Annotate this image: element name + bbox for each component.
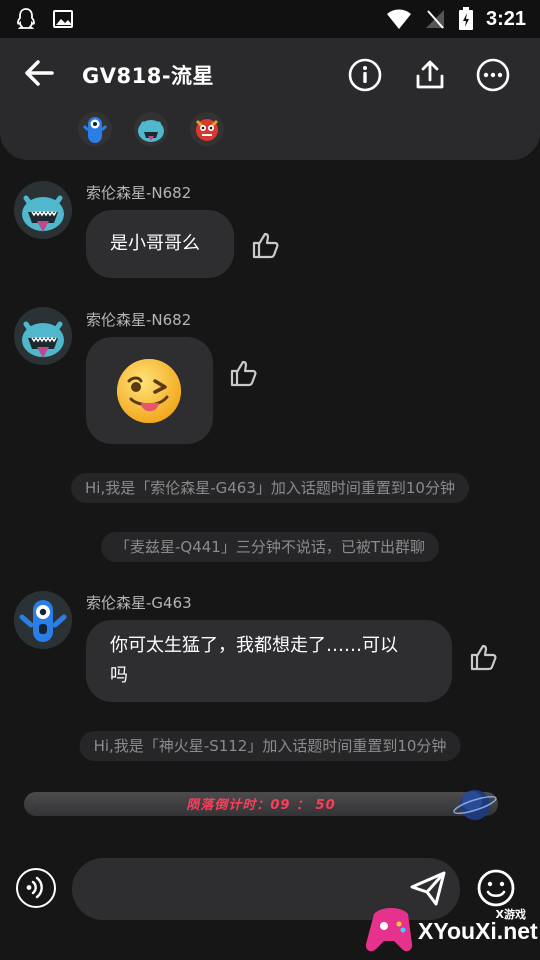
share-icon[interactable] xyxy=(413,58,447,92)
voice-wave-icon xyxy=(26,876,43,899)
sender-avatar[interactable] xyxy=(14,591,72,649)
thumbs-up-icon[interactable] xyxy=(469,642,499,672)
system-message: Hi,我是「索伦森星-G463」加入话题时间重置到10分钟 xyxy=(71,473,469,503)
sender-avatar[interactable] xyxy=(14,181,72,239)
sender-avatar[interactable] xyxy=(14,307,72,365)
status-bar: 3:21 xyxy=(0,0,540,38)
countdown-text: 陨落倒计时：09 ： 50 xyxy=(24,794,498,813)
wifi-icon xyxy=(386,9,411,29)
thumbs-up-icon[interactable] xyxy=(229,358,259,388)
qq-icon xyxy=(17,8,35,29)
thumbs-up-icon[interactable] xyxy=(251,230,281,260)
system-message: Hi,我是「神火星-S112」加入话题时间重置到10分钟 xyxy=(79,731,461,761)
battery-charging-icon xyxy=(458,7,473,30)
message-text: 吗 xyxy=(110,665,128,686)
sender-name: 索伦森星-G463 xyxy=(86,594,192,612)
member-avatar[interactable] xyxy=(134,112,168,146)
system-message: 「麦兹星-Q441」三分钟不说话，已被T出群聊 xyxy=(100,532,440,562)
status-time: 3:21 xyxy=(485,7,526,30)
planet-icon xyxy=(453,790,497,820)
sender-name: 索伦森星-N682 xyxy=(86,184,192,202)
back-arrow-icon[interactable] xyxy=(22,56,56,90)
voice-button[interactable] xyxy=(16,868,56,908)
countdown-minutes: 09 xyxy=(270,798,291,813)
message-text: 你可太生猛了，我都想走了……可以 xyxy=(110,635,398,656)
image-icon xyxy=(53,10,73,28)
message-bubble[interactable]: 你可太生猛了，我都想走了……可以 吗 xyxy=(86,620,452,702)
member-avatar[interactable] xyxy=(78,112,112,146)
countdown-label: 陨落倒计时： xyxy=(186,798,271,813)
info-icon[interactable] xyxy=(348,58,382,92)
no-signal-icon xyxy=(425,10,444,29)
message-bubble[interactable]: 是小哥哥么 xyxy=(86,210,234,278)
message-text: 是小哥哥么 xyxy=(110,233,200,254)
countdown-seconds: 50 xyxy=(315,798,336,813)
member-avatars xyxy=(78,112,224,146)
wink-tongue-emoji xyxy=(117,359,181,423)
watermark-text: XYouXi.net xyxy=(418,918,538,944)
more-icon[interactable] xyxy=(476,58,510,92)
message-bubble[interactable] xyxy=(86,337,213,444)
member-avatar[interactable] xyxy=(190,112,224,146)
sender-name: 索伦森星-N682 xyxy=(86,311,192,329)
chat-header: GV818-流星 xyxy=(0,38,540,160)
countdown-bar: 陨落倒计时：09 ： 50 xyxy=(24,792,498,816)
chat-title: GV818-流星 xyxy=(82,64,215,88)
countdown-separator: ： xyxy=(296,798,311,813)
